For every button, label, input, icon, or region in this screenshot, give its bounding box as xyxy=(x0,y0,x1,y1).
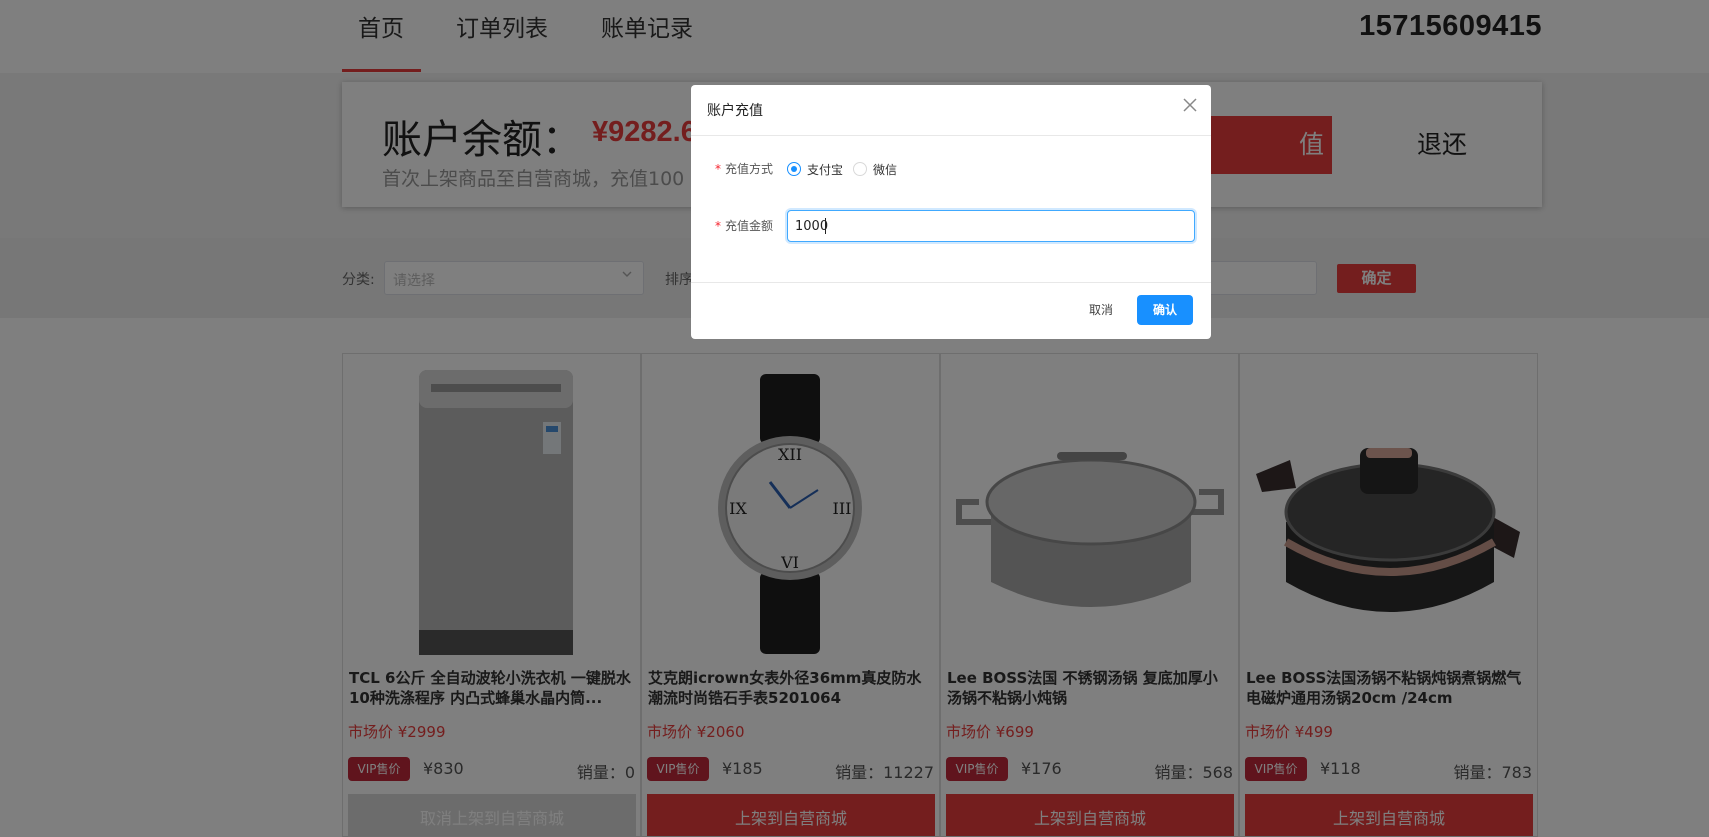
amount-input[interactable]: 1000 xyxy=(787,210,1195,242)
required-mark: * xyxy=(715,162,721,176)
method-label-text: 充值方式 xyxy=(725,162,774,176)
radio-wechat-label[interactable]: 微信 xyxy=(873,161,897,178)
text-caret xyxy=(825,218,826,234)
amount-value: 1000 xyxy=(795,219,829,234)
radio-alipay[interactable] xyxy=(787,162,801,176)
amount-label-text: 充值金额 xyxy=(725,219,774,233)
dialog-title: 账户充值 xyxy=(707,103,763,119)
amount-label: * 充值金额 xyxy=(715,217,773,234)
confirm-button[interactable]: 确认 xyxy=(1137,295,1193,325)
radio-wechat[interactable] xyxy=(853,162,867,176)
cancel-button[interactable]: 取消 xyxy=(1077,295,1125,325)
method-label: * 充值方式 xyxy=(715,160,773,177)
radio-alipay-label[interactable]: 支付宝 xyxy=(807,161,843,178)
required-mark: * xyxy=(715,219,721,233)
close-icon[interactable] xyxy=(1183,95,1197,117)
dialog-divider xyxy=(691,135,1211,136)
recharge-dialog: 账户充值 * 充值方式 支付宝 微信 * 充值金额 1000 取消 确认 xyxy=(691,85,1211,339)
dialog-footer-divider xyxy=(691,282,1211,283)
